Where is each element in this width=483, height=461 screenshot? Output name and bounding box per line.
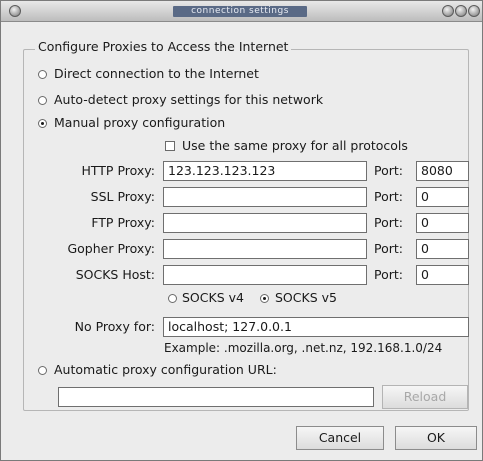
autodetect-radio[interactable] — [38, 96, 47, 105]
ftp-port-label: Port: — [374, 215, 403, 230]
socks-v5-radio[interactable] — [260, 294, 269, 303]
http-port-label: Port: — [374, 163, 403, 178]
socks-v4-label[interactable]: SOCKS v4 — [182, 290, 244, 306]
close-icon[interactable] — [468, 5, 480, 17]
group-title: Configure Proxies to Access the Internet — [35, 39, 292, 55]
window-title: connection settings — [173, 6, 307, 17]
socks-v5-label[interactable]: SOCKS v5 — [275, 290, 337, 306]
gopher-port-label: Port: — [374, 241, 403, 256]
same-proxy-label[interactable]: Use the same proxy for all protocols — [182, 138, 408, 154]
http-proxy-label: HTTP Proxy: — [81, 163, 155, 178]
ssl-port-label: Port: — [374, 189, 403, 204]
manual-label[interactable]: Manual proxy configuration — [54, 115, 225, 131]
http-proxy-input[interactable]: 123.123.123.123 — [163, 161, 367, 181]
ssl-proxy-label: SSL Proxy: — [90, 189, 155, 204]
manual-radio[interactable] — [38, 119, 47, 128]
ok-button[interactable]: OK — [395, 426, 477, 450]
no-proxy-input[interactable]: localhost; 127.0.0.1 — [163, 317, 469, 337]
auto-url-label[interactable]: Automatic proxy configuration URL: — [54, 362, 277, 378]
no-proxy-label: No Proxy for: — [74, 319, 155, 334]
socks-port-input[interactable]: 0 — [416, 265, 469, 285]
auto-url-radio[interactable] — [38, 366, 47, 375]
gopher-proxy-label: Gopher Proxy: — [67, 241, 155, 256]
no-proxy-example: Example: .mozilla.org, .net.nz, 192.168.… — [164, 341, 443, 355]
ftp-proxy-label: FTP Proxy: — [91, 215, 155, 230]
maximize-icon[interactable] — [455, 5, 467, 17]
title-bar[interactable]: connection settings — [1, 1, 482, 22]
ssl-port-input[interactable]: 0 — [416, 187, 469, 207]
ftp-proxy-input[interactable] — [163, 213, 367, 233]
same-proxy-checkbox[interactable] — [165, 141, 175, 151]
reload-button[interactable]: Reload — [382, 385, 468, 409]
direct-label[interactable]: Direct connection to the Internet — [54, 66, 259, 82]
socks-port-label: Port: — [374, 267, 403, 282]
window-menu-icon[interactable] — [9, 5, 21, 17]
ssl-proxy-input[interactable] — [163, 187, 367, 207]
ftp-port-input[interactable]: 0 — [416, 213, 469, 233]
socks-v4-radio[interactable] — [168, 294, 177, 303]
autodetect-label[interactable]: Auto-detect proxy settings for this netw… — [54, 92, 323, 108]
http-port-input[interactable]: 8080 — [416, 161, 469, 181]
socks-host-input[interactable] — [163, 265, 367, 285]
gopher-proxy-input[interactable] — [163, 239, 367, 259]
shade-icon[interactable] — [442, 5, 454, 17]
cancel-button[interactable]: Cancel — [296, 426, 384, 450]
direct-radio[interactable] — [38, 70, 47, 79]
auto-url-input[interactable] — [58, 387, 374, 407]
socks-host-label: SOCKS Host: — [75, 267, 155, 282]
connection-settings-window: connection settings Configure Proxies to… — [0, 0, 483, 461]
gopher-port-input[interactable]: 0 — [416, 239, 469, 259]
